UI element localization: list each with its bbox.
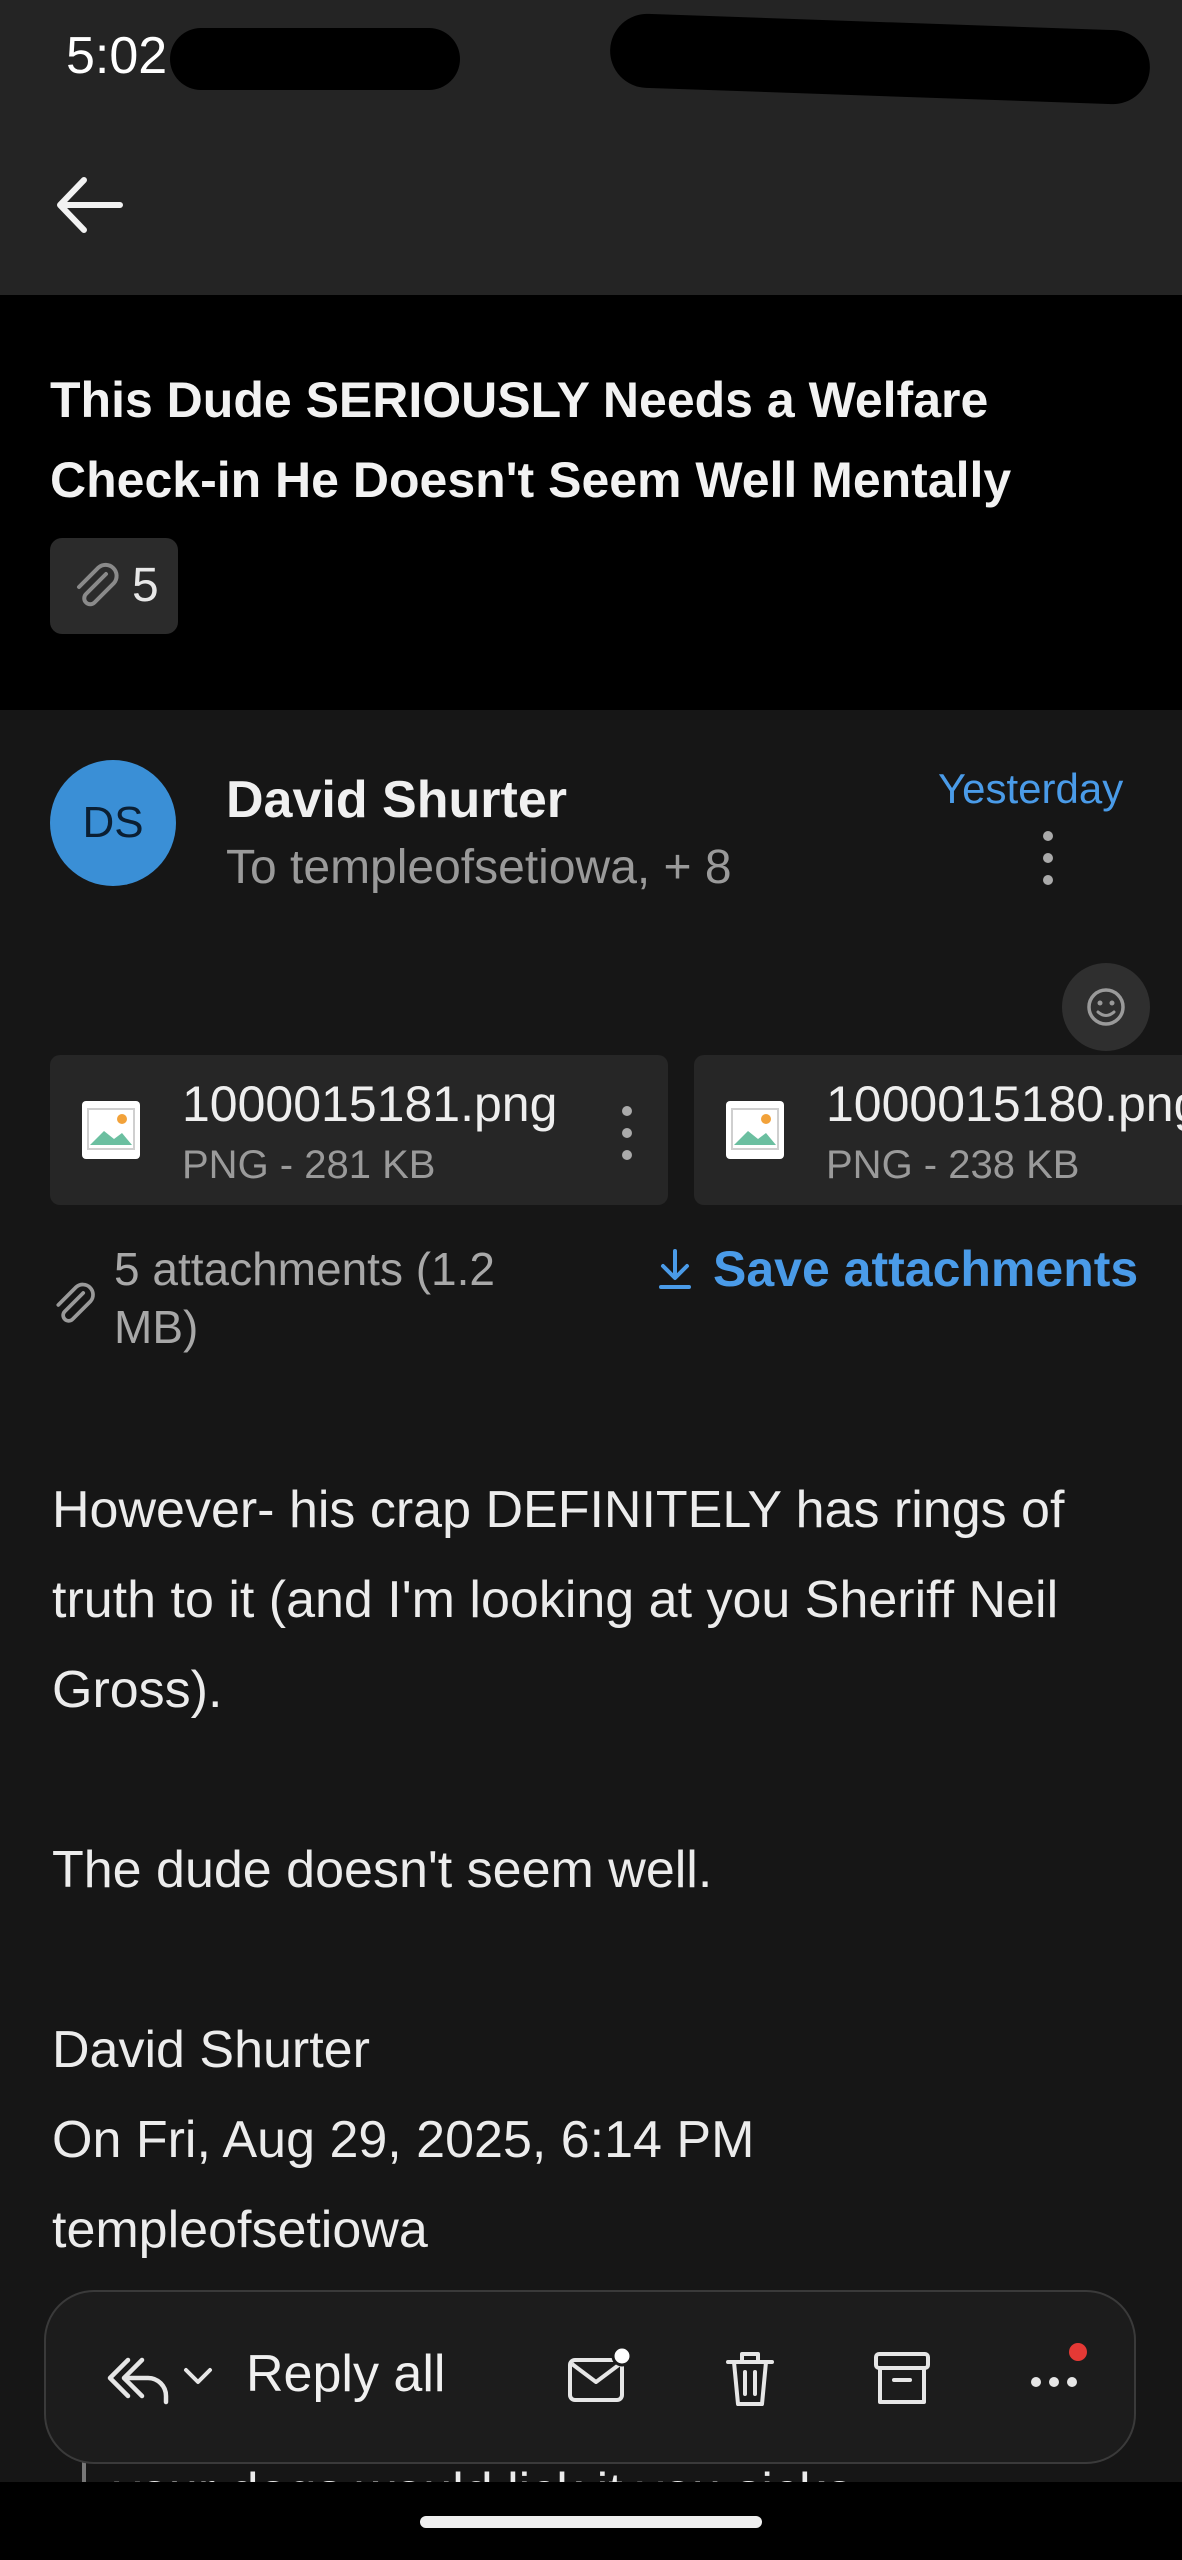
sender-name[interactable]: David Shurter [226, 770, 567, 830]
save-attachments-button[interactable]: Save attachments [655, 1240, 1138, 1298]
attachment-card[interactable]: 1000015180.png PNG - 238 KB [694, 1055, 1182, 1205]
attachment-count: 5 [132, 559, 159, 612]
more-actions-icon[interactable] [1018, 2342, 1090, 2414]
smiley-icon [1087, 988, 1125, 1026]
status-time: 5:02 [66, 27, 168, 85]
save-attachments-label: Save attachments [713, 1241, 1139, 1297]
attachment-meta: PNG - 238 KB [826, 1143, 1080, 1187]
attachment-more-icon[interactable] [612, 1103, 642, 1163]
quote-header: On Fri, Aug 29, 2025, 6:14 PM [52, 2111, 755, 2169]
reply-all-icon[interactable] [102, 2342, 172, 2412]
paperclip-icon [77, 562, 119, 607]
message-date: Yesterday [938, 765, 1124, 812]
message-body: However- his crap DEFINITELY has rings o… [52, 1465, 1152, 2275]
recipients[interactable]: To templeofsetiowa, + 8 [226, 840, 732, 895]
attachment-card[interactable]: 1000015181.png PNG - 281 KB [50, 1055, 668, 1205]
add-reaction-button[interactable] [1062, 963, 1150, 1051]
attachment-count-chip[interactable]: 5 [50, 538, 178, 634]
archive-icon[interactable] [866, 2342, 938, 2414]
image-file-icon [726, 1101, 784, 1159]
chevron-down-icon[interactable] [180, 2358, 216, 2394]
home-indicator[interactable] [420, 2516, 762, 2528]
trash-icon[interactable] [714, 2342, 786, 2414]
email-subject: This Dude SERIOUSLY Needs a Welfare Chec… [50, 372, 1012, 508]
body-paragraph: However- his crap DEFINITELY has rings o… [52, 1481, 1065, 1719]
avatar[interactable]: DS [50, 760, 176, 886]
more-options-icon[interactable] [1030, 828, 1066, 888]
download-icon [659, 1249, 691, 1289]
back-arrow-icon[interactable] [50, 170, 130, 240]
attachments-summary: 5 attachments (1.2 MB) [114, 1243, 495, 1353]
action-bar: Reply all [44, 2290, 1136, 2464]
paperclip-icon [56, 1282, 95, 1323]
body-paragraph: The dude doesn't seem well. [52, 1841, 713, 1899]
mark-unread-icon[interactable] [562, 2342, 634, 2414]
reply-all-button[interactable]: Reply all [246, 2344, 445, 2404]
attachment-filename: 1000015180.png [826, 1076, 1182, 1132]
signature: David Shurter [52, 2021, 370, 2079]
attachment-meta: PNG - 281 KB [182, 1143, 436, 1187]
redaction-mark [170, 28, 460, 90]
quote-from: templeofsetiowa [52, 2201, 428, 2259]
attachment-filename: 1000015181.png [182, 1076, 558, 1132]
image-file-icon [82, 1101, 140, 1159]
avatar-initials: DS [82, 798, 144, 847]
